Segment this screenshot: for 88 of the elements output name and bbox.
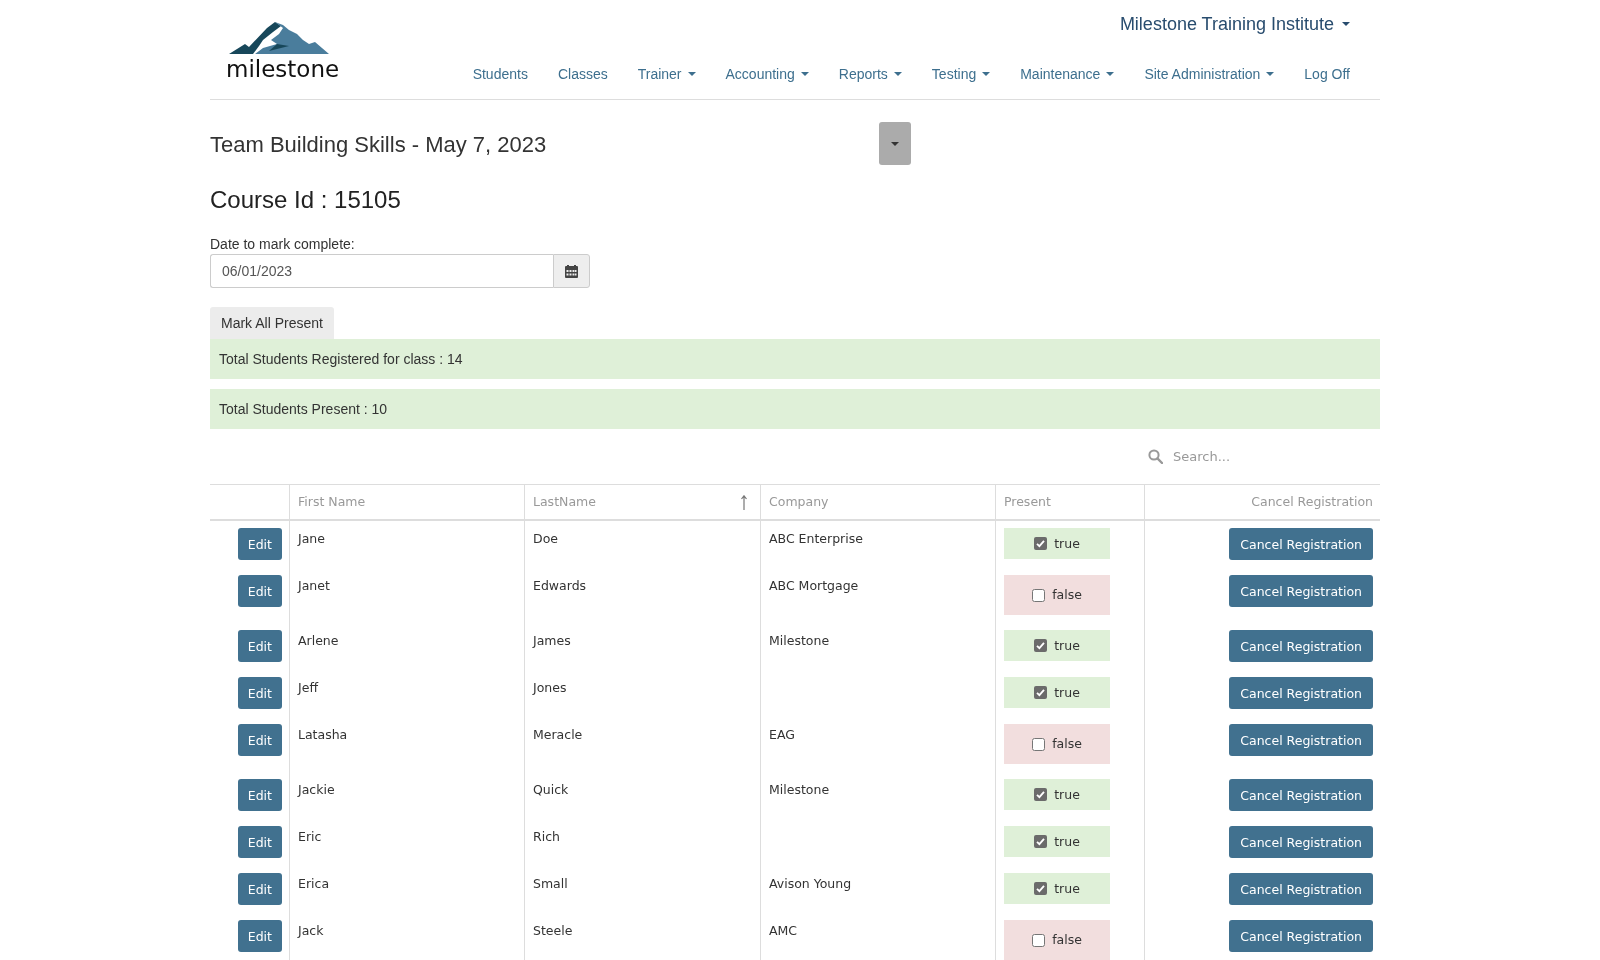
brand-menu[interactable]: Milestone Training Institute: [1119, 12, 1350, 36]
date-input[interactable]: 06/01/2023: [210, 254, 553, 288]
cancel-registration-button[interactable]: Cancel Registration: [1229, 779, 1373, 811]
attendance-label: true: [1054, 636, 1080, 655]
summary-banner: Total Students Present : 10: [210, 389, 1380, 429]
checkbox[interactable]: [1034, 882, 1048, 895]
nav-link[interactable]: Testing: [916, 64, 1006, 84]
table-cell: Steele: [524, 913, 760, 960]
field-label: Date to mark complete:: [210, 235, 355, 254]
page-title: Team Building Skills - May 7, 2023: [210, 131, 547, 159]
column-header[interactable]: LastName: [533, 493, 596, 511]
cancel-registration-button[interactable]: Cancel Registration: [1229, 528, 1373, 560]
table-cell: Small: [524, 866, 760, 913]
edit-button[interactable]: Edit: [237, 779, 282, 811]
course-id-heading: Course Id : 15105: [210, 185, 401, 215]
nav-link[interactable]: Maintenance: [1005, 64, 1130, 84]
caret-icon: [891, 141, 899, 146]
table-cell: Jane: [289, 521, 524, 568]
checkbox[interactable]: [1034, 537, 1048, 550]
nav-link[interactable]: Trainer: [622, 64, 711, 84]
edit-button[interactable]: Edit: [237, 575, 282, 607]
table-cell: ABC Enterprise: [760, 521, 995, 568]
table-cell: EAG: [760, 717, 995, 772]
checkbox[interactable]: [1034, 639, 1048, 652]
attendance-label: false: [1052, 586, 1082, 604]
table-cell: Jeff: [289, 670, 524, 717]
attendance-label: false: [1052, 735, 1082, 753]
cancel-registration-button[interactable]: Cancel Registration: [1229, 630, 1373, 662]
column-header[interactable]: Company: [769, 493, 829, 511]
cancel-registration-button[interactable]: Cancel Registration: [1229, 873, 1373, 905]
calendar-icon: [565, 264, 578, 278]
column-header[interactable]: First Name: [298, 493, 366, 511]
table-cell: Latasha: [289, 717, 524, 772]
table-cell: AMC: [760, 913, 995, 960]
table-cell: Jackie: [289, 772, 524, 819]
checkbox[interactable]: [1032, 737, 1046, 751]
edit-button[interactable]: Edit: [237, 677, 282, 709]
attendance-label: true: [1054, 683, 1080, 702]
table-cell: Janet: [289, 568, 524, 623]
checkbox[interactable]: [1034, 686, 1048, 699]
table-cell: ABC Mortgage: [760, 568, 995, 623]
summary-banner: Total Students Registered for class : 14: [210, 339, 1380, 379]
nav-link[interactable]: Accounting: [710, 64, 824, 84]
nav-link[interactable]: Students: [457, 64, 543, 84]
nav-link[interactable]: Classes: [542, 64, 623, 84]
table-cell: James: [524, 623, 760, 670]
table-cell: Rich: [524, 819, 760, 866]
table-cell: Arlene: [289, 623, 524, 670]
attendance-label: false: [1052, 931, 1082, 949]
column-header[interactable]: Present: [1004, 493, 1051, 511]
table-cell: Meracle: [524, 717, 760, 772]
attendance-label: true: [1054, 832, 1080, 851]
table-cell: Edwards: [524, 568, 760, 623]
edit-button[interactable]: Edit: [237, 528, 282, 560]
table-cell: Milestone: [760, 623, 995, 670]
edit-button[interactable]: Edit: [237, 630, 282, 662]
edit-button[interactable]: Edit: [237, 724, 282, 756]
mountain-logo-icon: [229, 20, 329, 54]
table-cell: Quick: [524, 772, 760, 819]
table-cell: Jones: [524, 670, 760, 717]
logo-text: milestone: [226, 57, 340, 81]
nav-link[interactable]: Reports: [823, 64, 917, 84]
attendance-label: true: [1054, 879, 1080, 898]
table-cell: Erica: [289, 866, 524, 913]
table-cell: Avison Young: [760, 866, 995, 913]
checkbox[interactable]: [1034, 835, 1048, 848]
cancel-registration-button[interactable]: Cancel Registration: [1229, 826, 1373, 858]
table-cell: Doe: [524, 521, 760, 568]
attendance-label: true: [1054, 785, 1080, 804]
edit-button[interactable]: Edit: [237, 826, 282, 858]
edit-button[interactable]: Edit: [237, 920, 282, 952]
nav-link[interactable]: Site Administration: [1129, 64, 1290, 84]
table-cell: Jack: [289, 913, 524, 960]
cancel-registration-button[interactable]: Cancel Registration: [1229, 575, 1373, 607]
checkbox[interactable]: [1032, 588, 1046, 602]
cancel-registration-button[interactable]: Cancel Registration: [1229, 677, 1373, 709]
calendar-button[interactable]: [553, 254, 590, 288]
table-cell: Eric: [289, 819, 524, 866]
table-cell: Milestone: [760, 772, 995, 819]
cancel-registration-button[interactable]: Cancel Registration: [1229, 920, 1373, 952]
checkbox[interactable]: [1032, 933, 1046, 947]
attendance-label: true: [1054, 534, 1080, 553]
nav-link[interactable]: Log Off: [1289, 64, 1365, 84]
mark-all-present-button[interactable]: Mark All Present: [210, 307, 334, 339]
edit-button[interactable]: Edit: [237, 873, 282, 905]
checkbox[interactable]: [1034, 788, 1048, 801]
cancel-registration-button[interactable]: Cancel Registration: [1229, 724, 1373, 756]
search-icon: [1148, 448, 1163, 464]
